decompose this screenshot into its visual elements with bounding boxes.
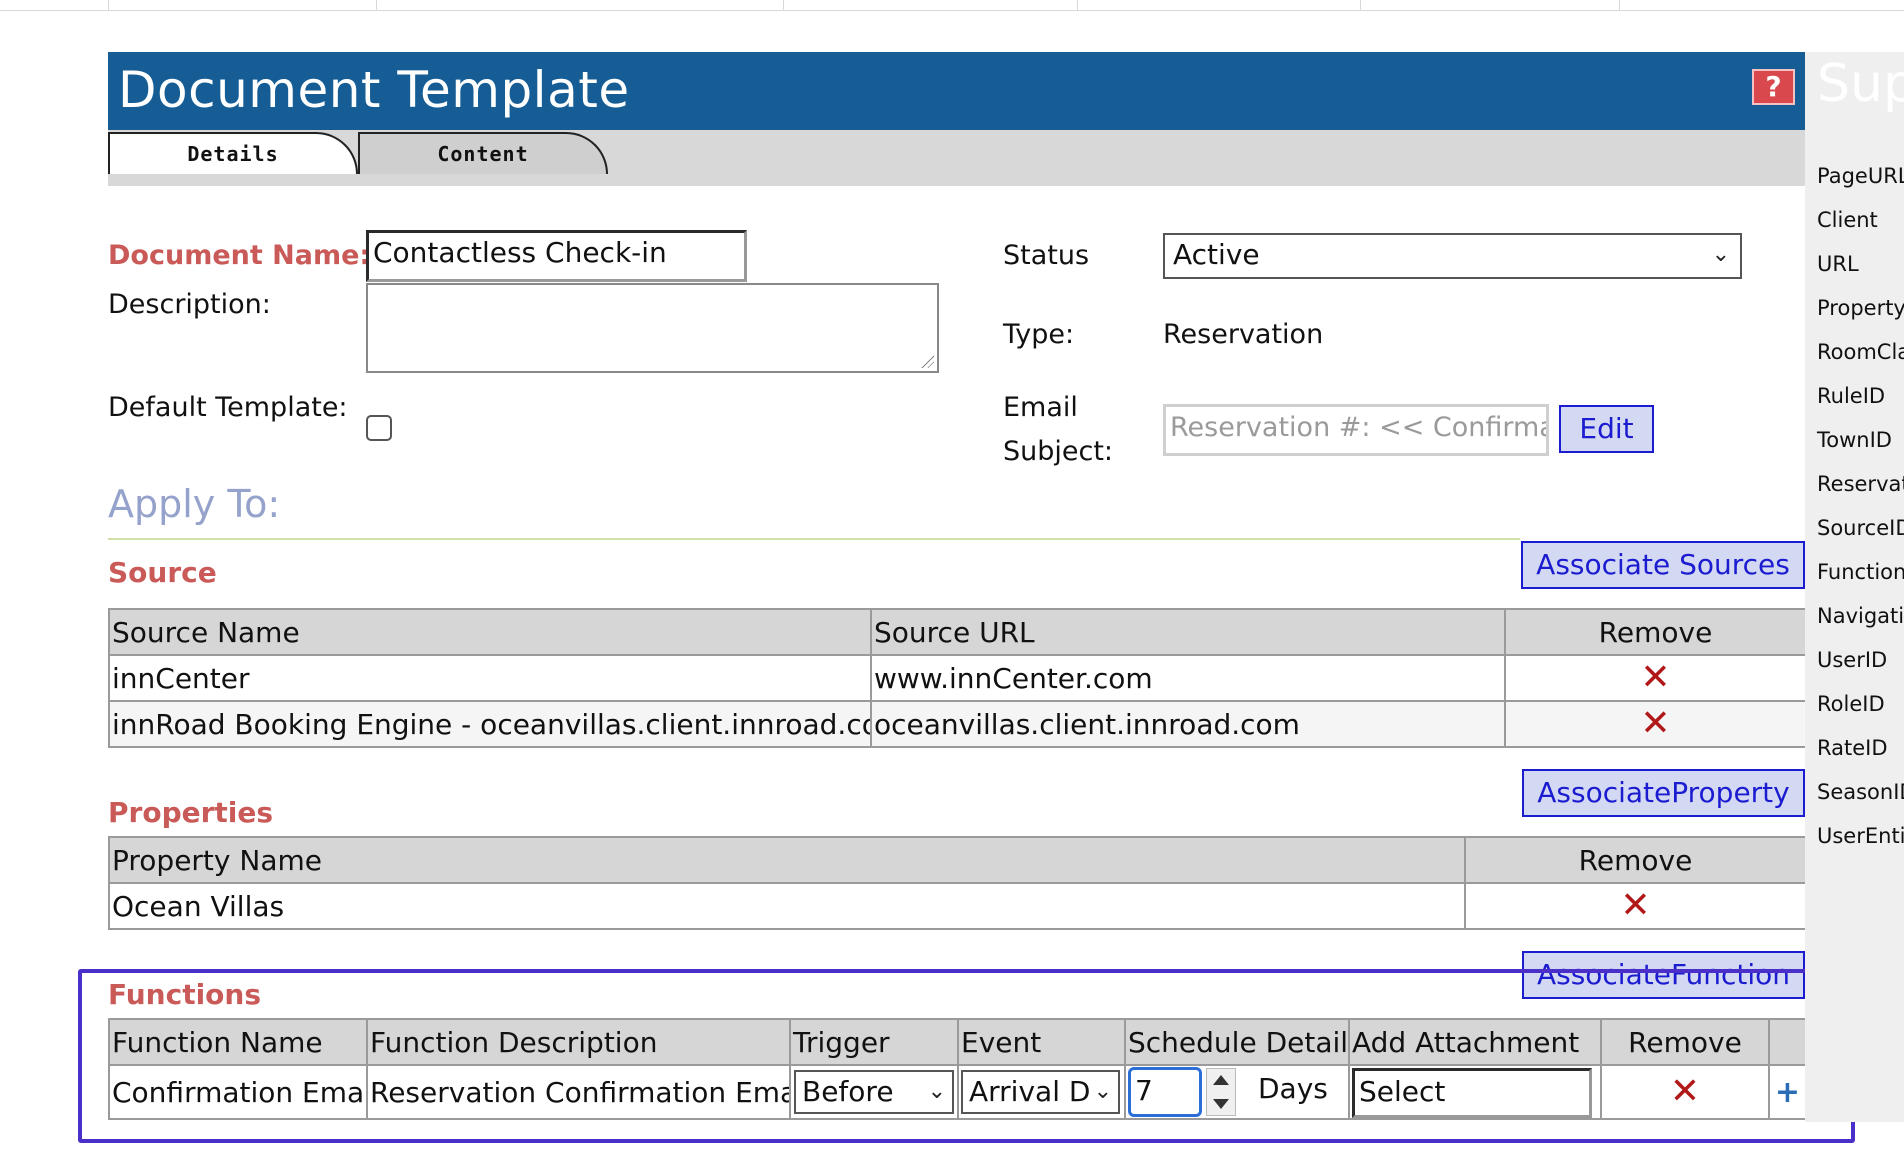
stepper-down-icon[interactable]: [1213, 1099, 1229, 1109]
tab-bar: Content Details: [108, 130, 1805, 186]
document-name-label: Document Name:: [108, 240, 371, 271]
sidebar-item: Reservati: [1817, 472, 1904, 496]
column-header-property-name: Property Name: [108, 836, 1466, 884]
source-name-cell: innRoad Booking Engine - oceanvillas.cli…: [108, 700, 872, 748]
associate-sources-button[interactable]: Associate Sources: [1521, 541, 1805, 589]
sidebar-item: TownID: [1817, 428, 1892, 452]
close-x-icon[interactable]: ✕: [1620, 885, 1650, 926]
sidebar-item: FunctionI: [1817, 560, 1904, 584]
column-header-function-name: Function Name: [108, 1018, 368, 1066]
chevron-down-icon: ⌄: [927, 1079, 946, 1104]
description-label: Description:: [108, 289, 271, 320]
schedule-days-input[interactable]: 7: [1128, 1067, 1202, 1117]
sidebar-title: Sup: [1817, 54, 1904, 114]
apply-to-divider: [108, 538, 1520, 540]
page-title: Document Template: [118, 61, 630, 119]
property-name-cell: Ocean Villas: [108, 882, 1466, 930]
source-name-cell: innCenter: [108, 654, 872, 702]
sidebar-item: RateID: [1817, 736, 1888, 760]
sidebar-item: PageURL: [1817, 164, 1904, 188]
close-x-icon[interactable]: ✕: [1640, 703, 1670, 744]
close-x-icon[interactable]: ✕: [1640, 657, 1670, 698]
source-url-cell: www.innCenter.com: [870, 654, 1506, 702]
chevron-down-icon: ⌄: [1093, 1079, 1112, 1104]
source-heading: Source: [108, 556, 217, 589]
page-header: Document Template ?: [108, 52, 1805, 130]
functions-heading: Functions: [108, 978, 262, 1011]
schedule-days-stepper[interactable]: [1206, 1068, 1236, 1116]
sidebar-item: RoleID: [1817, 692, 1885, 716]
sidebar-item: URL: [1817, 252, 1859, 276]
column-header-source-name: Source Name: [108, 608, 872, 656]
function-name-cell: Confirmation Email: [108, 1064, 368, 1120]
properties-heading: Properties: [108, 796, 274, 829]
sidebar-item: SourceID: [1817, 516, 1904, 540]
source-url-cell: oceanvillas.client.innroad.com: [870, 700, 1506, 748]
source-table-header: Source Name Source URL Remove: [108, 608, 1807, 656]
column-header-remove: Remove: [1600, 1018, 1770, 1066]
sidebar-item: PropertyI: [1817, 296, 1904, 320]
resize-grip-icon[interactable]: [920, 354, 934, 368]
column-header-function-description: Function Description: [366, 1018, 791, 1066]
column-header-schedule-details: Schedule Details: [1124, 1018, 1350, 1066]
column-header-remove: Remove: [1464, 836, 1807, 884]
sidebar-item: RuleID: [1817, 384, 1886, 408]
status-select[interactable]: Active ⌄: [1163, 233, 1742, 279]
functions-table-header: Function Name Function Description Trigg…: [108, 1018, 1807, 1066]
tab-content[interactable]: Content: [358, 132, 608, 174]
trigger-select[interactable]: Before ⌄: [794, 1070, 954, 1114]
close-x-icon[interactable]: ✕: [1670, 1071, 1700, 1112]
type-value: Reservation: [1163, 319, 1324, 350]
chevron-down-icon: ⌄: [1711, 242, 1730, 267]
associate-property-button[interactable]: AssociateProperty: [1522, 769, 1805, 817]
status-value: Active: [1173, 238, 1260, 271]
trigger-value: Before: [802, 1075, 894, 1108]
email-subject-label-line1: Email: [1003, 392, 1078, 423]
event-value: Arrival D: [969, 1075, 1091, 1108]
table-row: innCenter www.innCenter.com ✕: [108, 654, 1807, 702]
function-description-cell: Reservation Confirmation Email: [366, 1064, 791, 1120]
sidebar-item: Navigatio: [1817, 604, 1904, 628]
description-textarea[interactable]: [366, 283, 939, 373]
email-subject-label-line2: Subject:: [1003, 436, 1114, 467]
sidebar-item: RoomCla: [1817, 340, 1904, 364]
sidebar-item: SeasonID: [1817, 780, 1904, 804]
properties-table: Property Name Remove Ocean Villas ✕: [108, 836, 1807, 930]
event-select[interactable]: Arrival D ⌄: [961, 1070, 1120, 1114]
edit-subject-button[interactable]: Edit: [1559, 405, 1654, 453]
apply-to-heading: Apply To:: [108, 482, 281, 526]
default-template-label: Default Template:: [108, 392, 348, 423]
table-row: innRoad Booking Engine - oceanvillas.cli…: [108, 700, 1807, 748]
tab-details[interactable]: Details: [108, 132, 358, 174]
table-row: Ocean Villas ✕: [108, 882, 1807, 930]
column-header-add: [1768, 1018, 1807, 1066]
column-header-event: Event: [957, 1018, 1126, 1066]
default-template-checkbox[interactable]: [366, 415, 392, 441]
top-tab-strip: [0, 0, 1904, 11]
email-subject-input: Reservation #: << Confirma: [1163, 404, 1549, 456]
add-attachment-select[interactable]: Select: [1352, 1068, 1592, 1118]
plus-icon[interactable]: +: [1775, 1075, 1800, 1110]
sidebar-item: Client: [1817, 208, 1878, 232]
support-sidebar: Sup PageURL Client URL PropertyI RoomCla…: [1805, 52, 1904, 1122]
sidebar-item: UserEntit: [1817, 824, 1904, 848]
source-table: Source Name Source URL Remove innCenter …: [108, 608, 1807, 748]
status-label: Status: [1003, 240, 1090, 271]
document-name-input[interactable]: Contactless Check-in: [366, 230, 747, 282]
column-header-source-url: Source URL: [870, 608, 1506, 656]
column-header-trigger: Trigger: [789, 1018, 959, 1066]
stepper-up-icon[interactable]: [1213, 1075, 1229, 1085]
column-header-remove: Remove: [1504, 608, 1807, 656]
type-label: Type:: [1003, 319, 1075, 350]
question-icon[interactable]: ?: [1752, 69, 1795, 105]
properties-table-header: Property Name Remove: [108, 836, 1807, 884]
sidebar-item: UserID: [1817, 648, 1888, 672]
schedule-unit-label: Days: [1258, 1072, 1328, 1105]
column-header-add-attachment: Add Attachment: [1348, 1018, 1602, 1066]
associate-function-button[interactable]: AssociateFunction: [1522, 951, 1805, 999]
